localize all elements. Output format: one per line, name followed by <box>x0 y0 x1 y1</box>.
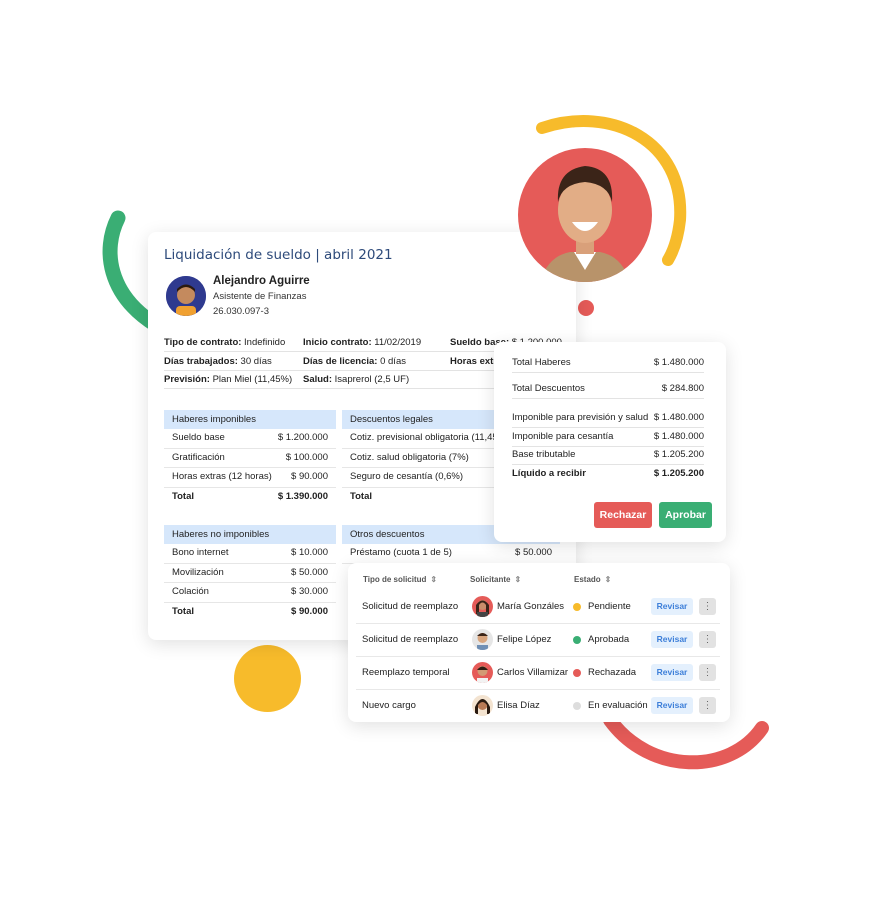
avatar <box>472 662 493 683</box>
status-label: En evaluación <box>588 700 648 711</box>
table-row: Nuevo cargo Elisa Díaz En evaluación Rev… <box>356 690 720 722</box>
more-options-icon[interactable]: ⋮ <box>699 598 716 615</box>
divider <box>512 398 704 399</box>
table-row: Colación $ 30.000 <box>164 583 336 603</box>
meta-leave-days: Días de licencia: 0 días <box>303 356 406 367</box>
review-button[interactable]: Revisar <box>651 664 693 681</box>
summary-row: Total Descuentos $ 284.800 <box>512 383 704 394</box>
table-row: Movilización $ 50.000 <box>164 564 336 583</box>
status-dot <box>573 636 581 644</box>
approve-button[interactable]: Aprobar <box>659 502 712 528</box>
meta-health: Salud: Isaprerol (2,5 UF) <box>303 374 410 385</box>
sort-icon[interactable]: ⇕ <box>514 575 521 584</box>
red-dot-decoration <box>578 300 594 316</box>
summary-row: Imponible para cesantía $ 1.480.000 <box>512 431 704 442</box>
column-header-requester[interactable]: Solicitante ⇕ <box>470 575 521 584</box>
table-header: Haberes no imponibles <box>164 525 336 544</box>
more-options-icon[interactable]: ⋮ <box>699 664 716 681</box>
sort-icon[interactable]: ⇕ <box>605 575 612 584</box>
summary-row: Total Haberes $ 1.480.000 <box>512 357 704 368</box>
table-row: Reemplazo temporal Carlos Villamizar Rec… <box>356 657 720 690</box>
table-row: Sueldo base $ 1.200.000 <box>164 429 336 449</box>
review-button[interactable]: Revisar <box>651 631 693 648</box>
employee-avatar <box>166 276 206 316</box>
meta-days-worked: Días trabajados: 30 días <box>164 356 272 367</box>
table-header: Haberes imponibles <box>164 410 336 429</box>
column-header-status[interactable]: Estado ⇕ <box>574 575 611 584</box>
more-options-icon[interactable]: ⋮ <box>699 631 716 648</box>
meta-pension: Previsión: Plan Miel (11,45%) <box>164 374 293 385</box>
divider <box>512 372 704 373</box>
table-row: Solicitud de reemplazo María Gonzáles Pe… <box>356 591 720 624</box>
table-row: Préstamo (cuota 1 de 5) $ 50.000 <box>342 544 560 564</box>
table-row: Horas extras (12 horas) $ 90.000 <box>164 468 336 488</box>
profile-photo <box>518 148 652 282</box>
employee-rut: 26.030.097-3 <box>213 306 269 317</box>
status-dot <box>573 702 581 710</box>
status-dot <box>573 669 581 677</box>
payslip-title: Liquidación de sueldo | abril 2021 <box>164 247 393 263</box>
requests-card: Tipo de solicitud ⇕ Solicitante ⇕ Estado ⇕ … <box>348 563 730 722</box>
status-label: Aprobada <box>588 634 630 645</box>
summary-card: Total Haberes $ 1.480.000 Total Descuento… <box>494 342 726 542</box>
avatar <box>472 629 493 650</box>
meta-contract-type: Tipo de contrato: Indefinido <box>164 337 286 348</box>
summary-row-net: Líquido a recibir $ 1.205.200 <box>512 468 704 479</box>
more-options-icon[interactable]: ⋮ <box>699 697 716 714</box>
employee-role: Asistente de Finanzas <box>213 291 307 302</box>
sort-icon[interactable]: ⇕ <box>430 575 437 584</box>
table-total-row: Total $ 90.000 <box>172 605 328 617</box>
status-label: Rechazada <box>588 667 637 678</box>
table-row: Solicitud de reemplazo Felipe López Apro… <box>356 624 720 657</box>
meta-contract-start: Inicio contrato: 11/02/2019 <box>303 337 422 348</box>
summary-row: Base tributable $ 1.205.200 <box>512 449 704 460</box>
table-total-row: Total $ 1.390.000 <box>172 490 328 502</box>
haberes-imponibles-table: Haberes imponibles Sueldo base $ 1.200.00… <box>164 410 336 506</box>
table-row: Gratificación $ 100.000 <box>164 449 336 468</box>
haberes-no-imponibles-table: Haberes no imponibles Bono internet $ 10.… <box>164 525 336 621</box>
employee-name: Alejandro Aguirre <box>213 275 310 287</box>
table-row: Bono internet $ 10.000 <box>164 544 336 564</box>
review-button[interactable]: Revisar <box>651 697 693 714</box>
yellow-circle-decoration <box>234 645 301 712</box>
review-button[interactable]: Revisar <box>651 598 693 615</box>
avatar <box>472 596 493 617</box>
avatar <box>472 695 493 716</box>
column-header-type[interactable]: Tipo de solicitud ⇕ <box>363 575 437 584</box>
summary-row: Imponible para previsión y salud $ 1.480.… <box>512 412 704 423</box>
status-label: Pendiente <box>588 601 631 612</box>
reject-button[interactable]: Rechazar <box>594 502 652 528</box>
status-dot <box>573 603 581 611</box>
